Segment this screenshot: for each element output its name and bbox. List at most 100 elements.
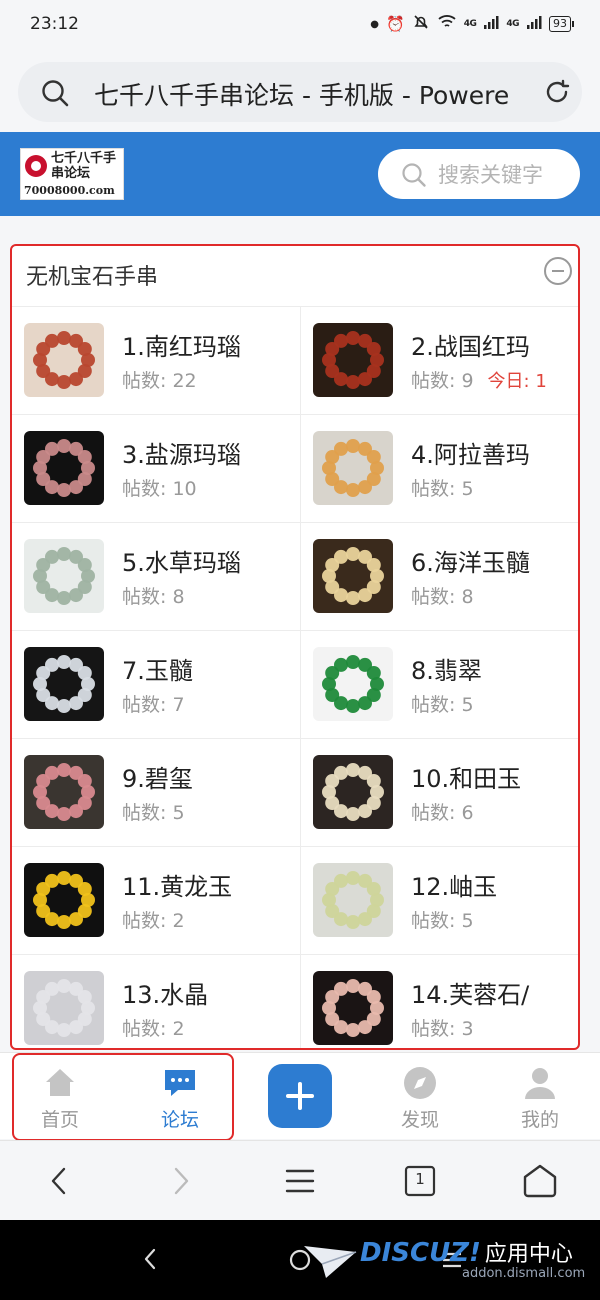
tab-label: 发现 bbox=[400, 1109, 439, 1131]
forum-item[interactable]: 6.海洋玉髓帖数: 8 bbox=[300, 523, 578, 631]
forum-stats: 帖数: 9 今日: 1 bbox=[411, 366, 547, 393]
forum-thumbnail[interactable] bbox=[24, 971, 104, 1045]
logo-mark-icon bbox=[25, 155, 47, 177]
forum-name[interactable]: 11.黄龙玉 bbox=[122, 867, 232, 902]
address-bar[interactable]: 七千八千手串论坛 - 手机版 - Powere bbox=[18, 62, 582, 122]
section-title: 无机宝石手串 bbox=[26, 265, 159, 290]
post-count: 帖数: 6 bbox=[411, 802, 474, 824]
forum-section: 无机宝石手串 1.南红玛瑙 帖数: 22 2.战国红玛 帖数: 9 今日: 1 3.盐源玛… bbox=[10, 244, 580, 1050]
forum-thumbnail[interactable] bbox=[24, 323, 104, 397]
forum-thumbnail[interactable] bbox=[313, 971, 393, 1045]
forum-thumbnail[interactable] bbox=[313, 863, 393, 937]
system-back-icon[interactable] bbox=[138, 1244, 162, 1278]
forum-name[interactable]: 9.碧玺 bbox=[122, 759, 193, 794]
site-header: 七千八千手串论坛 70008000.com 搜索关键字 bbox=[0, 132, 600, 216]
forum-stats: 帖数: 2 bbox=[122, 1014, 185, 1041]
browser-toolbar: 1 bbox=[0, 1140, 600, 1221]
forward-icon[interactable] bbox=[158, 1159, 202, 1203]
tab-discover[interactable]: 发现 bbox=[370, 1061, 470, 1131]
watermark: DISCUZ! 应用中心 addon.dismall.com bbox=[302, 1236, 592, 1286]
logo-text: 七千八千手串论坛 bbox=[51, 151, 117, 181]
watermark-plane-icon bbox=[302, 1240, 358, 1284]
tab-profile[interactable]: 我的 bbox=[490, 1061, 590, 1131]
forum-name[interactable]: 2.战国红玛 bbox=[411, 327, 530, 362]
post-count: 帖数: 5 bbox=[411, 910, 474, 932]
forum-item[interactable]: 14.芙蓉石/帖数: 3 bbox=[300, 955, 578, 1048]
wifi-icon bbox=[437, 14, 457, 34]
forum-name[interactable]: 3.盐源玛瑙 bbox=[122, 435, 241, 470]
forum-name[interactable]: 13.水晶 bbox=[122, 975, 208, 1010]
forum-item[interactable]: 4.阿拉善玛 帖数: 5 bbox=[300, 415, 578, 523]
watermark-brand-suffix: 应用中心 bbox=[484, 1242, 573, 1267]
collapse-icon[interactable] bbox=[544, 257, 572, 285]
forum-name[interactable]: 14.芙蓉石/ bbox=[411, 975, 529, 1010]
forum-item[interactable]: 9.碧玺帖数: 5 bbox=[12, 739, 300, 847]
status-bar: 23:12 ● ⏰ 4G 4G 93 bbox=[0, 0, 600, 50]
watermark-brand-name: DISCUZ! bbox=[360, 1238, 481, 1268]
forum-stats: 帖数: 8 bbox=[411, 582, 474, 609]
reload-icon[interactable] bbox=[542, 77, 572, 111]
signal-icon-2 bbox=[526, 14, 542, 34]
forum-item[interactable]: 10.和田玉帖数: 6 bbox=[300, 739, 578, 847]
forum-item[interactable]: 2.战国红玛帖数: 9 今日: 1 bbox=[300, 307, 578, 415]
site-search-input[interactable]: 搜索关键字 bbox=[378, 149, 580, 199]
forum-item[interactable]: 1.南红玛瑙帖数: 22 bbox=[12, 307, 300, 415]
forum-name[interactable]: 7.玉髓 bbox=[122, 651, 193, 686]
forum-thumbnail[interactable] bbox=[313, 539, 393, 613]
dot-icon: ● bbox=[370, 18, 379, 30]
network-type-2: 4G bbox=[506, 19, 519, 29]
post-count: 帖数: 8 bbox=[122, 586, 185, 608]
forum-thumbnail[interactable] bbox=[24, 755, 104, 829]
back-icon[interactable] bbox=[38, 1159, 82, 1203]
publish-button[interactable] bbox=[268, 1064, 332, 1128]
forum-name[interactable]: 12.岫玉 bbox=[411, 867, 497, 902]
forum-name[interactable]: 8.翡翠 bbox=[411, 651, 482, 686]
forum-item[interactable]: 11.黄龙玉帖数: 2 bbox=[12, 847, 300, 955]
forum-name[interactable]: 4.阿拉善玛 bbox=[411, 435, 530, 470]
section-header: 无机宝石手串 bbox=[12, 246, 578, 307]
watermark-brand: DISCUZ! 应用中心 bbox=[360, 1236, 573, 1268]
forum-item[interactable]: 8.翡翠帖数: 5 bbox=[300, 631, 578, 739]
forum-thumbnail[interactable] bbox=[313, 431, 393, 505]
forum-name[interactable]: 5.水草玛瑙 bbox=[122, 543, 241, 578]
tabs-icon[interactable]: 1 bbox=[398, 1159, 442, 1203]
forum-name[interactable]: 10.和田玉 bbox=[411, 759, 521, 794]
post-count: 帖数: 2 bbox=[122, 910, 185, 932]
post-count: 帖数: 8 bbox=[411, 586, 474, 608]
post-count: 帖数: 3 bbox=[411, 1018, 474, 1040]
forum-stats: 帖数: 7 bbox=[122, 690, 185, 717]
forum-stats: 帖数: 5 bbox=[411, 690, 474, 717]
forum-item[interactable]: 5.水草玛瑙帖数: 8 bbox=[12, 523, 300, 631]
forum-stats: 帖数: 2 bbox=[122, 906, 185, 933]
forum-stats: 帖数: 10 bbox=[122, 474, 197, 501]
forum-thumbnail[interactable] bbox=[24, 431, 104, 505]
forum-name[interactable]: 1.南红玛瑙 bbox=[122, 327, 241, 362]
post-count: 帖数: 9 bbox=[411, 370, 474, 392]
forum-item[interactable]: 7.玉髓帖数: 7 bbox=[12, 631, 300, 739]
address-title[interactable]: 七千八千手串论坛 - 手机版 - Powere bbox=[94, 76, 524, 112]
signal-icon bbox=[483, 14, 499, 34]
home-shape-icon[interactable] bbox=[518, 1159, 562, 1203]
post-count: 帖数: 22 bbox=[122, 370, 197, 392]
forum-stats: 帖数: 5 bbox=[411, 906, 474, 933]
forum-stats: 帖数: 22 bbox=[122, 366, 197, 393]
forum-thumbnail[interactable] bbox=[24, 863, 104, 937]
forum-thumbnail[interactable] bbox=[313, 755, 393, 829]
logo-url: 70008000.com bbox=[24, 184, 115, 197]
alarm-icon: ⏰ bbox=[386, 15, 405, 33]
forum-thumbnail[interactable] bbox=[24, 647, 104, 721]
menu-icon[interactable] bbox=[278, 1159, 322, 1203]
forum-thumbnail[interactable] bbox=[313, 647, 393, 721]
forum-item[interactable]: 12.岫玉帖数: 5 bbox=[300, 847, 578, 955]
tab-count: 1 bbox=[415, 1170, 425, 1188]
forum-thumbnail[interactable] bbox=[24, 539, 104, 613]
search-icon[interactable] bbox=[40, 78, 70, 112]
post-count: 帖数: 10 bbox=[122, 478, 197, 500]
post-count: 帖数: 7 bbox=[122, 694, 185, 716]
forum-item[interactable]: 3.盐源玛瑙帖数: 10 bbox=[12, 415, 300, 523]
post-count: 帖数: 5 bbox=[122, 802, 185, 824]
forum-name[interactable]: 6.海洋玉髓 bbox=[411, 543, 530, 578]
forum-item[interactable]: 13.水晶帖数: 2 bbox=[12, 955, 300, 1048]
site-logo[interactable]: 七千八千手串论坛 70008000.com bbox=[20, 148, 124, 200]
forum-thumbnail[interactable] bbox=[313, 323, 393, 397]
